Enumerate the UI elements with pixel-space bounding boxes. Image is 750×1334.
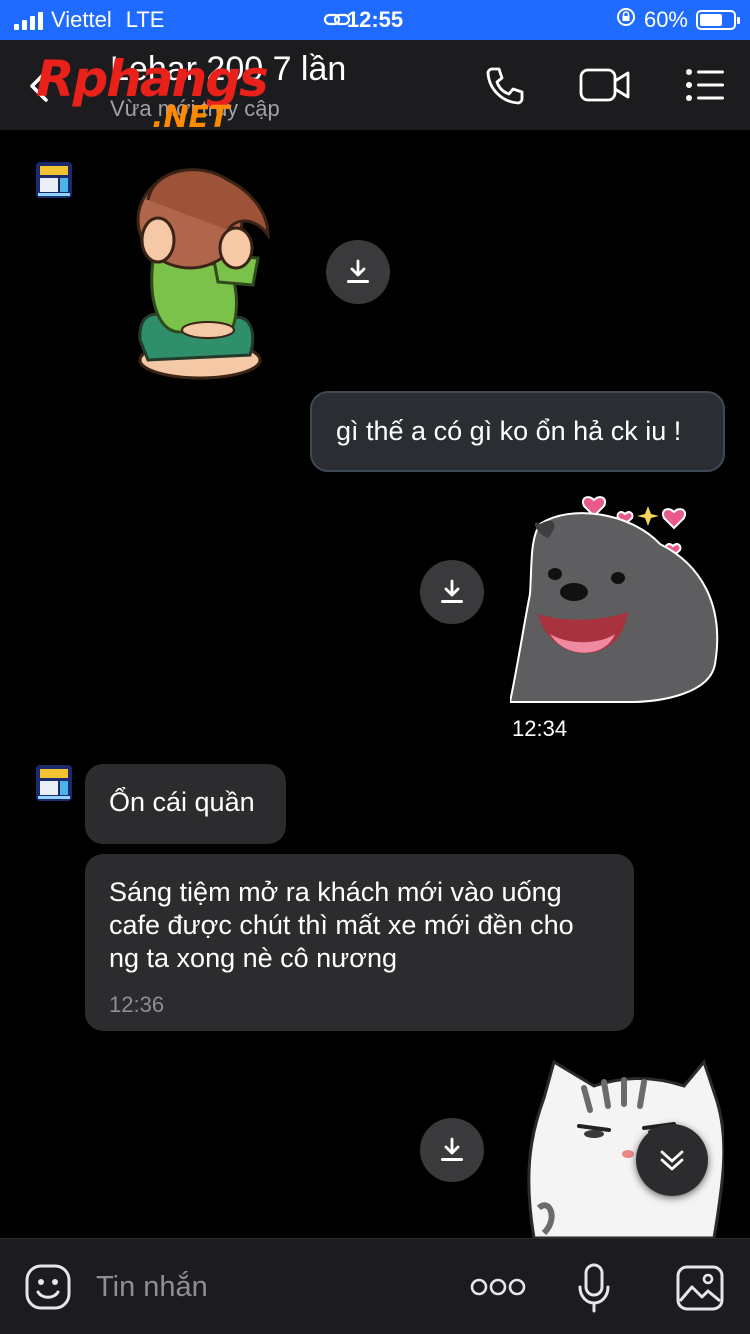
watermark-logo: Rphangs .NET (36, 50, 269, 135)
message-bubble-incoming[interactable]: Sáng tiệm mở ra khách mới vào uống cafe … (85, 854, 634, 1031)
contact-avatar[interactable] (36, 765, 72, 801)
sticker-crying-boy[interactable] (118, 160, 288, 384)
sticker-happy-dog[interactable] (508, 494, 725, 704)
menu-icon[interactable] (684, 64, 726, 111)
message-bubble-outgoing[interactable]: gì thế a có gì ko ổn hả ck iu ! (310, 391, 725, 472)
battery-icon (696, 10, 740, 30)
watermark-suffix: .NET (152, 100, 230, 135)
emoji-icon[interactable] (24, 1263, 72, 1316)
download-button[interactable] (420, 560, 484, 624)
message-timestamp: 12:34 (512, 716, 568, 741)
download-icon (347, 259, 369, 283)
phone-icon[interactable] (484, 64, 526, 111)
download-button[interactable] (420, 1118, 484, 1182)
message-bubble-incoming[interactable]: Ổn cái quần (85, 764, 286, 844)
image-icon[interactable] (676, 1265, 724, 1316)
message-input[interactable]: Tin nhắn (96, 1271, 208, 1304)
message-timestamp: 12:36 (109, 992, 165, 1017)
microphone-icon[interactable] (576, 1263, 612, 1318)
status-right: 60% (616, 7, 740, 33)
download-icon (441, 579, 463, 603)
message-text: Ổn cái quần (109, 787, 255, 817)
more-icon[interactable] (470, 1277, 526, 1302)
download-icon (441, 1137, 463, 1161)
status-bar: Viettel LTE 12:55 60% (0, 0, 750, 40)
chat-header: Lehar 200 7 lần Vừa mới truy cập Rphangs… (0, 40, 750, 135)
battery-percent: 60% (643, 7, 688, 32)
video-icon[interactable] (578, 64, 632, 111)
scroll-to-bottom-button[interactable] (636, 1124, 708, 1196)
message-text: Sáng tiệm mở ra khách mới vào uống cafe … (109, 877, 574, 973)
message-text: gì thế a có gì ko ổn hả ck iu ! (336, 416, 682, 446)
double-chevron-down-icon (660, 1150, 684, 1171)
download-button[interactable] (326, 240, 390, 304)
contact-avatar[interactable] (36, 162, 72, 198)
rotation-lock-icon (616, 7, 636, 33)
message-composer: Tin nhắn (0, 1238, 750, 1334)
